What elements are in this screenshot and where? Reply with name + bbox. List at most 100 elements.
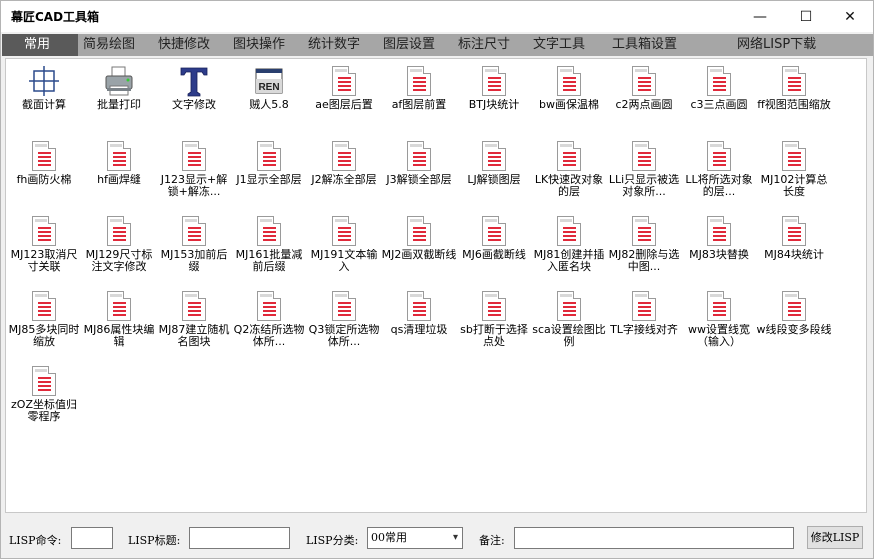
- modify-lisp-button[interactable]: 修改LISP: [807, 526, 863, 549]
- command-item-label: bw画保温棉: [539, 99, 599, 111]
- command-item[interactable]: MJ6画截断线: [456, 215, 532, 261]
- command-item[interactable]: zOZ坐标值归零程序: [6, 365, 82, 423]
- note-input[interactable]: [514, 527, 794, 549]
- tab-toolbox-settings[interactable]: 工具箱设置: [612, 34, 677, 56]
- command-item[interactable]: Q3锁定所选物体所...: [306, 290, 382, 348]
- command-item[interactable]: MJ123取消尺寸关联: [6, 215, 82, 273]
- document-icon: [478, 290, 510, 322]
- command-item-label: J2解冻全部层: [311, 174, 377, 186]
- ren-icon: REN: [253, 65, 285, 97]
- command-item[interactable]: 批量打印: [81, 65, 157, 111]
- command-item[interactable]: MJ83块替换: [681, 215, 757, 261]
- command-item[interactable]: 文字修改: [156, 65, 232, 111]
- command-item-label: MJ84块统计: [764, 249, 824, 261]
- tab-quick-modify[interactable]: 快捷修改: [158, 34, 210, 56]
- command-item-label: MJ81创建并插入匿名块: [533, 249, 605, 273]
- tab-block-ops[interactable]: 图块操作: [233, 34, 285, 56]
- command-item[interactable]: MJ191文本输入: [306, 215, 382, 273]
- lisp-category-select[interactable]: 00常用 ▾: [367, 527, 463, 549]
- document-icon: [628, 215, 660, 247]
- command-item[interactable]: hf画焊缝: [81, 140, 157, 186]
- minimize-icon: —: [753, 8, 767, 25]
- command-item[interactable]: J1显示全部层: [231, 140, 307, 186]
- command-item[interactable]: REN 贼人5.8: [231, 65, 307, 111]
- command-item-label: LK快速改对象的层: [534, 174, 604, 198]
- command-item[interactable]: 截面计算: [6, 65, 82, 111]
- close-icon: ✕: [844, 8, 856, 25]
- tab-text-tools[interactable]: 文字工具: [533, 34, 585, 56]
- document-icon: [178, 140, 210, 172]
- command-item-label: hf画焊缝: [97, 174, 141, 186]
- command-item-label: af图层前置: [391, 99, 447, 111]
- document-icon: [628, 65, 660, 97]
- document-icon: [28, 140, 60, 172]
- close-button[interactable]: ✕: [827, 1, 873, 32]
- tab-layer-settings[interactable]: 图层设置: [383, 34, 435, 56]
- maximize-button[interactable]: ☐: [783, 1, 829, 32]
- document-icon: [403, 290, 435, 322]
- command-item-label: MJ86属性块编辑: [83, 324, 155, 348]
- command-item-label: 文字修改: [172, 99, 216, 111]
- document-icon: [403, 215, 435, 247]
- command-item[interactable]: MJ153加前后缀: [156, 215, 232, 273]
- command-item[interactable]: MJ82删除与选中图...: [606, 215, 682, 273]
- command-item-label: qs清理垃圾: [390, 324, 448, 336]
- command-item-label: ff视图范围缩放: [757, 99, 831, 111]
- command-item[interactable]: MJ85多块同时缩放: [6, 290, 82, 348]
- command-item[interactable]: LLi只显示被选对象所...: [606, 140, 682, 198]
- command-item[interactable]: TL字接线对齐: [606, 290, 682, 336]
- command-item[interactable]: c2两点画圆: [606, 65, 682, 111]
- command-item[interactable]: MJ84块统计: [756, 215, 832, 261]
- tab-statistics[interactable]: 统计数字: [308, 34, 360, 56]
- command-item[interactable]: af图层前置: [381, 65, 457, 111]
- command-item-label: ae图层后置: [315, 99, 373, 111]
- command-item-label: MJ6画截断线: [462, 249, 526, 261]
- command-item[interactable]: MJ87建立随机名图块: [156, 290, 232, 348]
- command-item[interactable]: qs清理垃圾: [381, 290, 457, 336]
- document-icon: [778, 290, 810, 322]
- command-grid: 截面计算 批量打印 文字修改 REN 贼人5.8 ae图层后置 af图层前置 BTJ块统计 bw…: [5, 58, 867, 513]
- document-icon: [253, 140, 285, 172]
- command-item-label: MJ123取消尺寸关联: [10, 249, 78, 273]
- tab-common[interactable]: 常用: [2, 34, 78, 56]
- document-icon: [478, 215, 510, 247]
- tab-network-lisp-download[interactable]: 网络LISP下载: [737, 34, 816, 56]
- tab-simple-draw[interactable]: 简易绘图: [83, 34, 135, 56]
- command-item[interactable]: Q2冻结所选物体所...: [231, 290, 307, 348]
- command-item[interactable]: MJ161批量减前后缀: [231, 215, 307, 273]
- lisp-command-input[interactable]: [71, 527, 113, 549]
- command-item[interactable]: J2解冻全部层: [306, 140, 382, 186]
- lisp-title-input[interactable]: [189, 527, 290, 549]
- command-item[interactable]: MJ102计算总长度: [756, 140, 832, 198]
- command-item-label: 截面计算: [22, 99, 66, 111]
- command-item[interactable]: sb打断于选择点处: [456, 290, 532, 348]
- command-item[interactable]: LJ解锁图层: [456, 140, 532, 186]
- command-item[interactable]: MJ2画双截断线: [381, 215, 457, 261]
- command-item[interactable]: MJ86属性块编辑: [81, 290, 157, 348]
- command-item[interactable]: w线段变多段线: [756, 290, 832, 336]
- tab-dimensions[interactable]: 标注尺寸: [458, 34, 510, 56]
- document-icon: [778, 215, 810, 247]
- command-item[interactable]: LL将所选对象的层...: [681, 140, 757, 198]
- svg-text:REN: REN: [258, 82, 279, 93]
- command-item-label: ww设置线宽（输入）: [688, 324, 750, 348]
- command-item[interactable]: BTJ块统计: [456, 65, 532, 111]
- command-item[interactable]: fh画防火棉: [6, 140, 82, 186]
- command-item-label: sca设置绘图比例: [532, 324, 606, 348]
- command-item[interactable]: sca设置绘图比例: [531, 290, 607, 348]
- command-item[interactable]: J123显示+解锁+解冻...: [156, 140, 232, 198]
- command-item-label: MJ153加前后缀: [160, 249, 228, 273]
- document-icon: [778, 140, 810, 172]
- command-item[interactable]: J3解锁全部层: [381, 140, 457, 186]
- minimize-button[interactable]: —: [737, 1, 783, 32]
- command-item[interactable]: MJ129尺寸标注文字修改: [81, 215, 157, 273]
- command-item-label: c3三点画圆: [690, 99, 748, 111]
- command-item[interactable]: ae图层后置: [306, 65, 382, 111]
- command-item[interactable]: c3三点画圆: [681, 65, 757, 111]
- command-item[interactable]: LK快速改对象的层: [531, 140, 607, 198]
- command-item[interactable]: bw画保温棉: [531, 65, 607, 111]
- command-item[interactable]: MJ81创建并插入匿名块: [531, 215, 607, 273]
- command-item[interactable]: ww设置线宽（输入）: [681, 290, 757, 348]
- document-icon: [28, 215, 60, 247]
- command-item[interactable]: ff视图范围缩放: [756, 65, 832, 111]
